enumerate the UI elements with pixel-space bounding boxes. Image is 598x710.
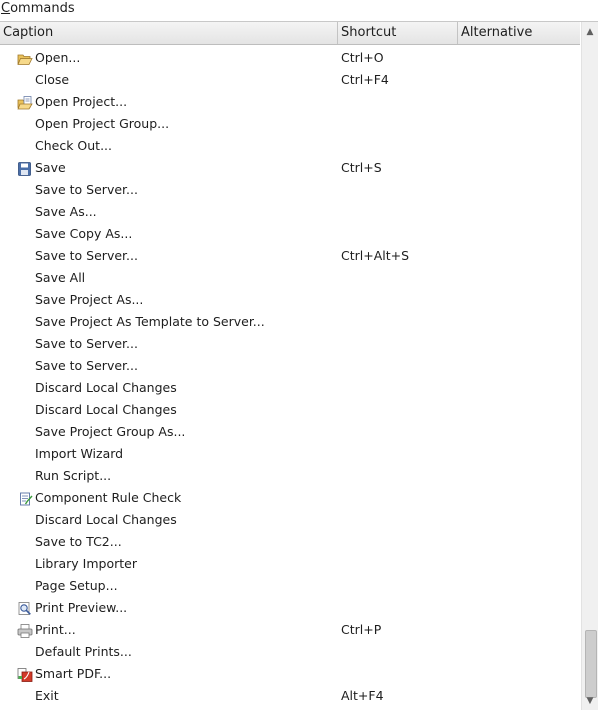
commands-grid: Caption Shortcut Alternative Open... Ctrl… [0, 21, 598, 710]
column-header-alternative[interactable]: Alternative [458, 22, 580, 44]
row-caption: Close [35, 72, 70, 87]
row-caption: Print... [35, 622, 76, 637]
table-row[interactable]: Save All [0, 267, 580, 289]
row-caption: Discard Local Changes [35, 380, 177, 395]
row-caption: Discard Local Changes [35, 402, 177, 417]
scroll-down-arrow-icon[interactable]: ▼ [582, 693, 598, 709]
row-caption: Save All [35, 270, 86, 285]
table-row[interactable]: Exit Alt+F4 [0, 685, 580, 707]
row-caption: Open Project... [35, 94, 128, 109]
row-caption: Save to Server... [35, 248, 138, 263]
rule-check-icon [17, 491, 33, 506]
table-row[interactable]: Save to Server... [0, 333, 580, 355]
table-row[interactable]: Save Project As Template to Server... [0, 311, 580, 333]
row-shortcut[interactable]: Ctrl+S [341, 157, 382, 179]
table-row[interactable]: Save to TC2... [0, 531, 580, 553]
row-caption: Page Setup... [35, 578, 118, 593]
row-shortcut[interactable]: Ctrl+Alt+S [341, 245, 409, 267]
table-row[interactable]: Default Prints... [0, 641, 580, 663]
table-row[interactable]: Print Preview... [0, 597, 580, 619]
panel-title-accelerator: C [1, 1, 11, 16]
table-row[interactable]: Component Rule Check [0, 487, 580, 509]
row-caption: Import Wizard [35, 446, 124, 461]
table-row[interactable]: Check Out... [0, 135, 580, 157]
row-caption: Save [35, 160, 66, 175]
row-caption: Save Project As... [35, 292, 144, 307]
command-rows: Open... Ctrl+O Close Ctrl+F4 Open Project...… [0, 47, 580, 707]
table-row[interactable]: Save to Server... [0, 355, 580, 377]
folder-open-icon [17, 51, 33, 65]
table-row[interactable]: Import Wizard [0, 443, 580, 465]
row-shortcut[interactable]: Ctrl+O [341, 47, 384, 69]
table-row[interactable]: Smart PDF... [0, 663, 580, 685]
row-caption: Save As... [35, 204, 97, 219]
row-shortcut[interactable]: Alt+F4 [341, 685, 384, 707]
table-row[interactable]: Save Project Group As... [0, 421, 580, 443]
row-shortcut[interactable]: Ctrl+F4 [341, 69, 389, 91]
row-caption: Library Importer [35, 556, 137, 571]
vertical-scrollbar[interactable]: ▲ ▼ [581, 22, 598, 710]
row-caption: Exit [35, 688, 59, 703]
table-row[interactable]: Discard Local Changes [0, 399, 580, 421]
table-row[interactable]: Save Project As... [0, 289, 580, 311]
panel-title-rest: ommands [10, 1, 75, 16]
table-row[interactable]: Library Importer [0, 553, 580, 575]
row-shortcut[interactable]: Ctrl+P [341, 619, 381, 641]
row-caption: Save Project Group As... [35, 424, 186, 439]
row-caption: Smart PDF... [35, 666, 112, 681]
table-row[interactable]: Open Project Group... [0, 113, 580, 135]
table-row[interactable]: Save Copy As... [0, 223, 580, 245]
row-caption: Component Rule Check [35, 490, 182, 505]
column-header-shortcut[interactable]: Shortcut [338, 22, 458, 44]
save-disk-icon [17, 161, 33, 176]
table-row[interactable]: Page Setup... [0, 575, 580, 597]
row-caption: Open... [35, 50, 81, 65]
row-caption: Discard Local Changes [35, 512, 177, 527]
table-row[interactable]: Save As... [0, 201, 580, 223]
table-row[interactable]: Open Project... [0, 91, 580, 113]
panel-title: Commands [0, 0, 75, 20]
row-caption: Save to Server... [35, 336, 138, 351]
row-caption: Save to Server... [35, 358, 138, 373]
table-row[interactable]: Run Script... [0, 465, 580, 487]
table-row[interactable]: Save to Server... [0, 179, 580, 201]
row-caption: Open Project Group... [35, 116, 170, 131]
grid-header: Caption Shortcut Alternative [0, 22, 580, 45]
table-row[interactable]: Save Ctrl+S [0, 157, 580, 179]
open-project-icon [17, 95, 33, 110]
row-caption: Save to TC2... [35, 534, 122, 549]
row-caption: Save Copy As... [35, 226, 133, 241]
table-row[interactable]: Open... Ctrl+O [0, 47, 580, 69]
row-caption: Default Prints... [35, 644, 132, 659]
table-row[interactable]: Save to Server... Ctrl+Alt+S [0, 245, 580, 267]
row-caption: Save Project As Template to Server... [35, 314, 265, 329]
table-row[interactable]: Print... Ctrl+P [0, 619, 580, 641]
row-caption: Check Out... [35, 138, 113, 153]
table-row[interactable]: Close Ctrl+F4 [0, 69, 580, 91]
scrollbar-thumb[interactable] [585, 630, 597, 698]
table-row[interactable]: Discard Local Changes [0, 377, 580, 399]
smart-pdf-icon [17, 667, 33, 682]
row-caption: Save to Server... [35, 182, 138, 197]
row-caption: Run Script... [35, 468, 112, 483]
print-preview-icon [17, 601, 33, 615]
column-header-caption[interactable]: Caption [0, 22, 338, 44]
row-caption: Print Preview... [35, 600, 128, 615]
table-row[interactable]: Discard Local Changes [0, 509, 580, 531]
scroll-up-arrow-icon[interactable]: ▲ [582, 24, 598, 40]
printer-icon [17, 623, 33, 638]
